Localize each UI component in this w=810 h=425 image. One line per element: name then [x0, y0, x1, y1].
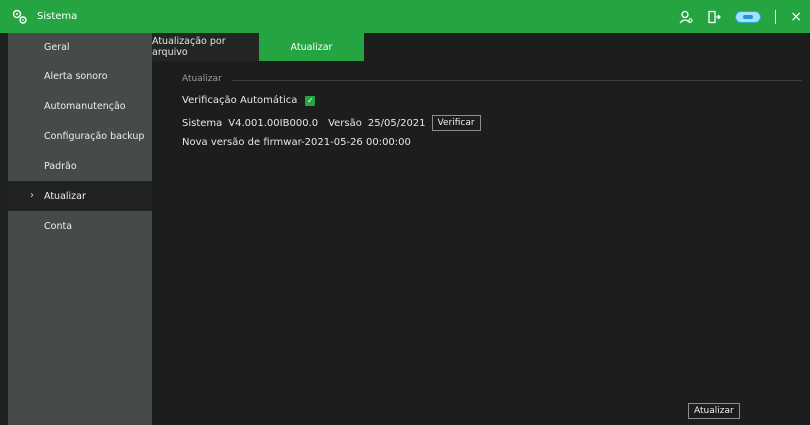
- tab-atualizacao-por-arquivo[interactable]: Atualização por arquivo: [152, 33, 259, 61]
- group-divider: [232, 80, 802, 81]
- sidebar-item-padrao[interactable]: Padrão: [8, 151, 152, 181]
- tab-atualizar[interactable]: Atualizar: [259, 33, 364, 61]
- update-button[interactable]: Atualizar: [688, 403, 740, 419]
- sidebar-item-alerta-sonoro[interactable]: Alerta sonoro: [8, 61, 152, 91]
- version-label: Versão: [328, 117, 362, 129]
- tab-bar: Atualização por arquivo Atualizar: [152, 33, 810, 61]
- sidebar-item-label: Configuração backup: [44, 130, 145, 142]
- close-icon[interactable]: ×: [790, 10, 802, 24]
- chevron-right-icon: ›: [30, 190, 34, 201]
- title-divider: [775, 9, 777, 24]
- sidebar-item-label: Conta: [44, 220, 73, 232]
- sidebar-item-atualizar[interactable]: › Atualizar: [8, 181, 152, 211]
- system-version-value: V4.001.00IB000.0: [228, 117, 319, 129]
- sidebar-item-geral[interactable]: Geral: [8, 33, 152, 61]
- title-bar: Sistema ×: [0, 0, 810, 33]
- sidebar-item-label: Geral: [44, 41, 70, 53]
- settings-gears-icon: [12, 9, 27, 24]
- main-panel: Atualização por arquivo Atualizar Atuali…: [152, 33, 810, 425]
- sidebar-item-label: Automanutenção: [44, 100, 126, 112]
- group-title: Atualizar: [182, 74, 222, 84]
- sidebar-item-configuracao-backup[interactable]: Configuração backup: [8, 121, 152, 151]
- system-label: Sistema: [182, 117, 223, 129]
- logout-icon[interactable]: [707, 10, 722, 24]
- auto-check-row: Verificação Automática ✓: [182, 95, 316, 106]
- sidebar-item-label: Atualizar: [44, 190, 86, 202]
- new-firmware-text: Nova versão de firmwar-2021-05-26 00:00:…: [182, 137, 411, 148]
- sidebar-item-label: Alerta sonoro: [44, 70, 108, 82]
- system-info-row: Sistema V4.001.00IB000.0 Versão 25/05/20…: [182, 115, 481, 131]
- cloud-icon[interactable]: [735, 10, 762, 23]
- window-title: Sistema: [37, 11, 78, 22]
- sidebar: Geral Alerta sonoro Automanutenção Confi…: [8, 33, 152, 425]
- auto-check-checkbox[interactable]: ✓: [305, 95, 316, 106]
- sidebar-item-automanutencao[interactable]: Automanutenção: [8, 91, 152, 121]
- sidebar-item-conta[interactable]: Conta: [8, 211, 152, 241]
- auto-check-label: Verificação Automática: [182, 95, 298, 106]
- sidebar-item-label: Padrão: [44, 160, 77, 172]
- version-date-value: 25/05/2021: [367, 117, 426, 129]
- verify-button[interactable]: Verificar: [431, 115, 481, 131]
- user-icon[interactable]: [679, 10, 693, 24]
